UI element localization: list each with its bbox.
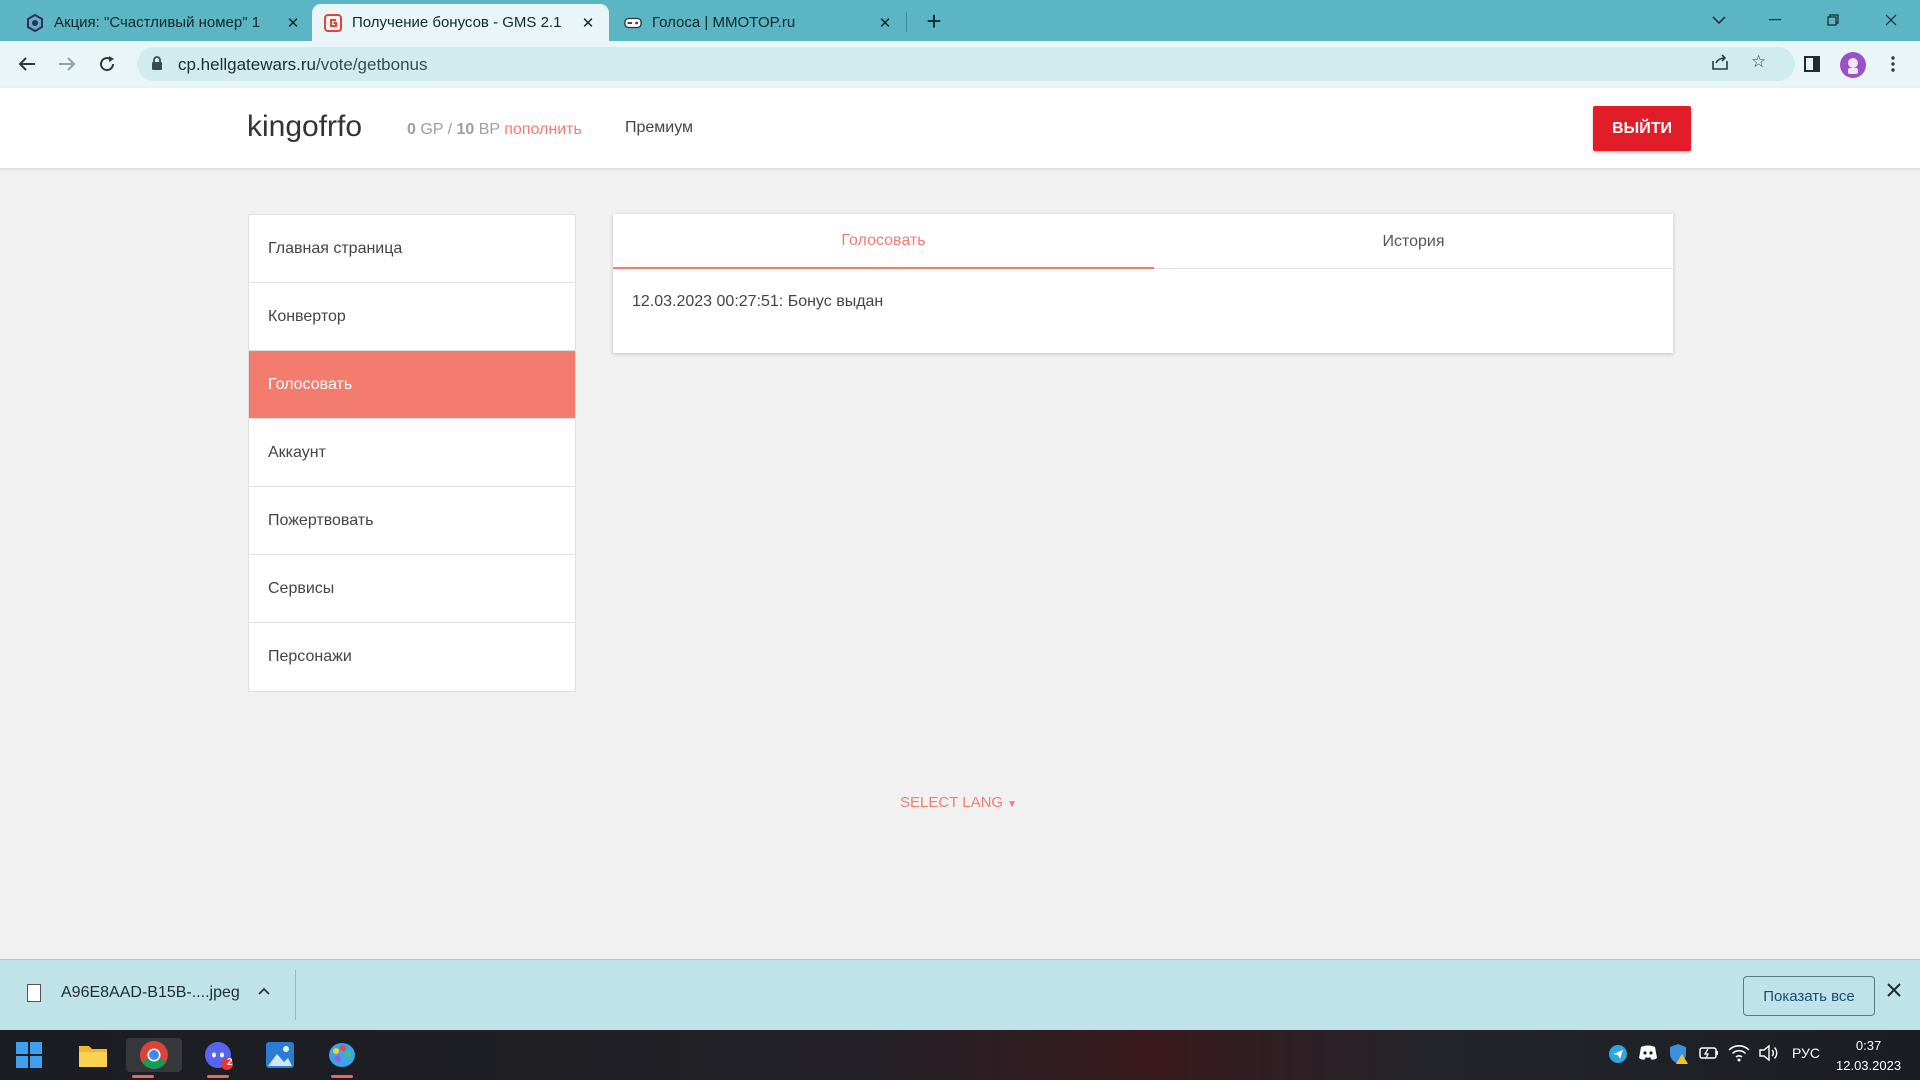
tab-title: Голоса | MMOTOP.ru bbox=[652, 14, 796, 31]
browser-tab-3[interactable]: Голоса | MMOTOP.ru ✕ bbox=[612, 4, 906, 41]
chevron-up-icon[interactable] bbox=[258, 982, 270, 1000]
site-header: kingofrfo 0 GP / 10 BP пополнить Премиум… bbox=[0, 88, 1920, 169]
volume-icon[interactable] bbox=[1758, 1044, 1778, 1065]
tab-vote[interactable]: Голосовать bbox=[613, 214, 1154, 269]
input-language[interactable]: РУС bbox=[1792, 1045, 1820, 1061]
close-tab-icon[interactable]: ✕ bbox=[579, 14, 597, 32]
tab-history[interactable]: История bbox=[1154, 214, 1673, 269]
battery-icon[interactable] bbox=[1698, 1044, 1720, 1065]
download-file-name: A96E8AAD-B15B-....jpeg bbox=[61, 984, 240, 1001]
close-download-bar-icon[interactable] bbox=[1887, 980, 1901, 1003]
caret-down-icon: ▼ bbox=[1007, 799, 1018, 810]
url-text: cp.hellgatewars.ru/vote/getbonus bbox=[178, 55, 428, 75]
discord-tray-icon[interactable] bbox=[1638, 1044, 1658, 1065]
tab-separator bbox=[906, 12, 907, 32]
telegram-icon[interactable] bbox=[1608, 1044, 1628, 1067]
browser-toolbar: cp.hellgatewars.ru/vote/getbonus ☆ bbox=[0, 41, 1920, 88]
discord-badge: 2 bbox=[227, 1057, 233, 1068]
gp-value: 0 bbox=[407, 121, 416, 138]
tab-title: Акция: "Счастливый номер" 1 bbox=[54, 14, 261, 31]
username-title: kingofrfo bbox=[247, 110, 363, 143]
sidebar-item-converter[interactable]: Конвертор bbox=[249, 283, 575, 351]
download-bar: A96E8AAD-B15B-....jpeg Показать все bbox=[0, 959, 1920, 1030]
close-tab-icon[interactable]: ✕ bbox=[876, 14, 894, 32]
close-tab-icon[interactable]: ✕ bbox=[284, 14, 302, 32]
bonus-message: 12.03.2023 00:27:51: Бонус выдан bbox=[632, 293, 884, 310]
minimize-icon[interactable] bbox=[1752, 4, 1798, 36]
windows-start-icon[interactable] bbox=[12, 1038, 46, 1072]
wifi-icon[interactable] bbox=[1728, 1044, 1750, 1065]
lock-icon[interactable] bbox=[151, 56, 163, 75]
bp-unit: BP bbox=[474, 121, 505, 138]
more-menu-icon[interactable] bbox=[1880, 51, 1906, 77]
sidebar-item-home[interactable]: Главная страница bbox=[249, 215, 575, 283]
topup-link[interactable]: пополнить bbox=[504, 121, 582, 138]
url-host: cp.hellgatewars.ru bbox=[178, 55, 316, 74]
file-icon bbox=[27, 984, 41, 1002]
sidebar-menu: Главная страница Конвертор Голосовать Ак… bbox=[248, 214, 576, 692]
system-clock[interactable]: 0:37 12.03.2023 bbox=[1836, 1036, 1901, 1076]
sidebar-item-vote[interactable]: Голосовать bbox=[249, 351, 575, 419]
paint-icon[interactable] bbox=[325, 1038, 359, 1078]
new-tab-icon[interactable]: + bbox=[918, 6, 950, 37]
bp-value: 10 bbox=[456, 121, 475, 138]
address-bar[interactable]: cp.hellgatewars.ru/vote/getbonus ☆ bbox=[137, 47, 1795, 81]
gp-unit: GP / bbox=[415, 121, 457, 138]
forward-arrow-icon[interactable] bbox=[52, 49, 82, 79]
clock-time: 0:37 bbox=[1855, 1038, 1882, 1053]
photos-icon[interactable] bbox=[263, 1038, 297, 1072]
vote-card: Голосовать История 12.03.2023 00:27:51: … bbox=[613, 214, 1673, 353]
defender-warning-icon[interactable] bbox=[1668, 1043, 1688, 1068]
bookmark-star-icon[interactable]: ☆ bbox=[1751, 52, 1766, 72]
hexagon-game-icon bbox=[26, 13, 44, 32]
vote-tabs: Голосовать История bbox=[613, 214, 1673, 269]
sidebar-item-donate[interactable]: Пожертвовать bbox=[249, 487, 575, 555]
mmotop-gamepad-icon bbox=[624, 14, 642, 32]
tab-search-chevron-icon[interactable] bbox=[1696, 4, 1742, 36]
windows-taskbar: 2 РУС 0:37 12.03.2023 bbox=[0, 1030, 1920, 1080]
url-path: /vote/getbonus bbox=[315, 55, 428, 74]
browser-tab-1[interactable]: Акция: "Счастливый номер" 1 ✕ bbox=[14, 4, 314, 41]
sidebar-item-account[interactable]: Аккаунт bbox=[249, 419, 575, 487]
chrome-icon[interactable] bbox=[126, 1038, 182, 1078]
premium-link[interactable]: Премиум bbox=[625, 119, 693, 137]
file-explorer-icon[interactable] bbox=[76, 1038, 110, 1072]
share-icon[interactable] bbox=[1711, 54, 1729, 75]
language-label: SELECT LANG bbox=[900, 794, 1004, 811]
reload-icon[interactable] bbox=[92, 49, 122, 79]
profile-avatar[interactable] bbox=[1840, 52, 1866, 78]
close-window-icon[interactable] bbox=[1868, 4, 1914, 36]
restore-icon[interactable] bbox=[1810, 4, 1856, 36]
tab-title: Получение бонусов - GMS 2.1 bbox=[352, 14, 562, 31]
sidebar-item-services[interactable]: Сервисы bbox=[249, 555, 575, 623]
sidebar-item-characters[interactable]: Персонажи bbox=[249, 623, 575, 691]
back-arrow-icon[interactable] bbox=[12, 49, 42, 79]
show-all-downloads-button[interactable]: Показать все bbox=[1743, 976, 1875, 1016]
clock-date: 12.03.2023 bbox=[1836, 1058, 1902, 1073]
download-item[interactable]: A96E8AAD-B15B-....jpeg bbox=[27, 984, 240, 1002]
browser-tab-2[interactable]: Получение бонусов - GMS 2.1 ✕ bbox=[312, 4, 609, 41]
account-balance: 0 GP / 10 BP пополнить bbox=[407, 121, 582, 139]
download-separator bbox=[295, 970, 296, 1020]
side-panel-icon[interactable] bbox=[1799, 51, 1825, 77]
language-selector[interactable]: SELECT LANG ▼ bbox=[900, 794, 1017, 811]
gms-logo-icon bbox=[324, 13, 342, 32]
discord-icon[interactable]: 2 bbox=[201, 1038, 235, 1078]
browser-tab-strip: Акция: "Счастливый номер" 1 ✕ Получение … bbox=[0, 0, 1920, 41]
logout-button[interactable]: ВЫЙТИ bbox=[1593, 106, 1691, 151]
